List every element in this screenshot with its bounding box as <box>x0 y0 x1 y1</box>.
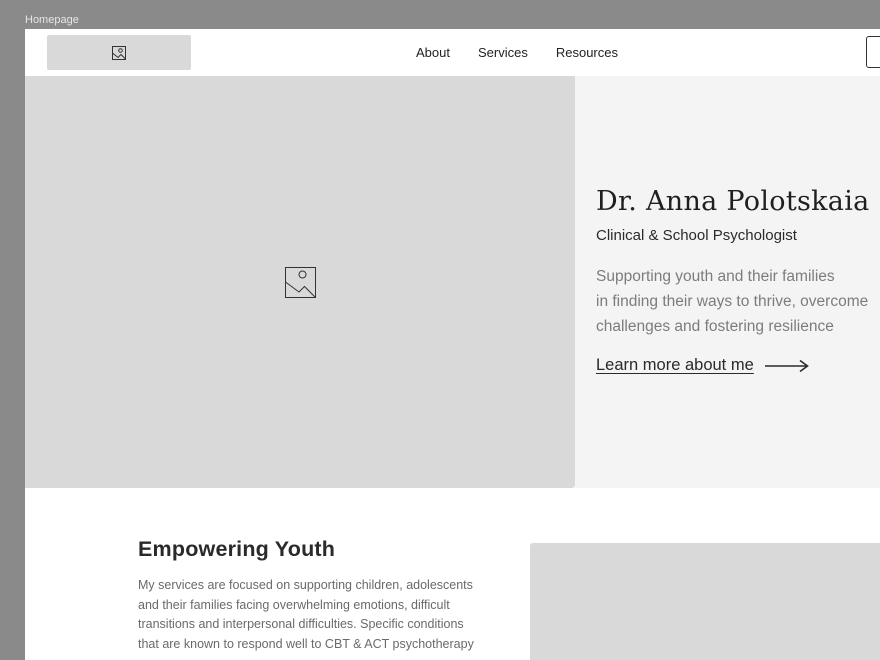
logo-placeholder[interactable] <box>47 35 191 70</box>
nav-link-resources[interactable]: Resources <box>556 45 618 60</box>
section-body-line: and their families facing overwhelming e… <box>138 597 450 612</box>
hero-image-placeholder <box>25 76 575 488</box>
section-title: Empowering Youth <box>138 537 336 561</box>
section-body-line: transitions and interpersonal difficulti… <box>138 617 464 631</box>
section-body-line: that are known to respond well to CBT & … <box>138 636 474 651</box>
hero-panel: Dr. Anna Polotskaia Clinical & School Ps… <box>575 76 880 488</box>
image-placeholder-icon <box>112 45 126 60</box>
nav-links: About Services Resources <box>416 29 646 76</box>
frame-label: Homepage <box>25 14 79 26</box>
nav-link-services[interactable]: Services <box>478 45 528 60</box>
hero-tagline-line: Supporting youth and their families <box>596 268 835 285</box>
learn-more-link[interactable]: Learn more about me <box>596 356 809 375</box>
homepage-frame: About Services Resources Dr. Anna Polots… <box>25 29 880 660</box>
hero-tagline: Supporting youth and their families in f… <box>596 264 880 339</box>
section-body: My services are focused on supporting ch… <box>138 576 518 654</box>
section-body-line: My services are focused on supporting ch… <box>138 578 473 592</box>
long-arrow-right-icon <box>764 359 809 372</box>
hero-name: Dr. Anna Polotskaia <box>596 186 870 217</box>
hero-tagline-line: challenges and fostering resilience <box>596 318 834 335</box>
hero-role: Clinical & School Psychologist <box>596 227 797 244</box>
learn-more-link-label[interactable]: Learn more about me <box>596 356 754 375</box>
image-placeholder-icon <box>284 266 316 298</box>
hero-tagline-line: in finding their ways to thrive, overcom… <box>596 293 869 310</box>
nav-cta-button[interactable] <box>866 36 880 68</box>
section-image-placeholder <box>530 543 880 660</box>
navbar: About Services Resources <box>25 29 880 76</box>
nav-link-about[interactable]: About <box>416 45 450 60</box>
